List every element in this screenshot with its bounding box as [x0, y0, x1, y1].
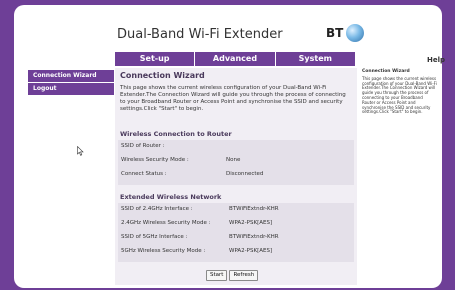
row-value: BTWiFiExtndr-KHR [229, 234, 279, 240]
bt-globe-icon [346, 24, 365, 42]
extended-section-title: Extended Wireless Network [120, 193, 222, 201]
row-label: SSID of Router : [121, 143, 165, 149]
help-title: Connection Wizard [362, 69, 410, 74]
sidebar-item-logout[interactable]: Logout [28, 83, 114, 95]
bt-logo: BT [326, 24, 365, 42]
wireless-section-title: Wireless Connection to Router [120, 130, 232, 138]
info-row: Connect Status : Disconnected [121, 171, 263, 177]
info-row: SSID of 5GHz Interface : BTWiFiExtndr-KH… [121, 234, 279, 240]
sidebar-item-connection-wizard[interactable]: Connection Wizard [28, 70, 114, 82]
info-row: 5GHz Wireless Security Mode : WPA2-PSK[A… [121, 248, 272, 254]
refresh-button[interactable]: Refresh [229, 270, 259, 281]
app-title: Dual-Band Wi-Fi Extender [117, 27, 283, 42]
info-row: SSID of 2.4GHz Interface : BTWiFiExtndr-… [121, 206, 279, 212]
extended-section-box: SSID of 2.4GHz Interface : BTWiFiExtndr-… [118, 203, 354, 262]
tab-setup[interactable]: Set-up [115, 52, 195, 66]
top-nav: Set-up Advanced System [115, 52, 355, 66]
help-link[interactable]: Help [427, 56, 445, 64]
row-label: 5GHz Wireless Security Mode : [121, 248, 206, 254]
start-button[interactable]: Start [206, 270, 228, 281]
info-row: 2.4GHz Wireless Security Mode : WPA2-PSK… [121, 220, 272, 226]
page-title: Connection Wizard [120, 71, 205, 80]
info-row: SSID of Router : [121, 143, 164, 149]
row-label: SSID of 2.4GHz Interface : [121, 206, 193, 212]
tab-advanced[interactable]: Advanced [195, 52, 275, 66]
help-text: This page shows the current wireless con… [362, 75, 437, 115]
help-panel: Connection Wizard This page shows the cu… [362, 69, 437, 115]
action-buttons: Start Refresh [206, 270, 259, 281]
row-value: None [226, 157, 241, 163]
row-value: Disconnected [226, 171, 264, 177]
mouse-pointer-icon [77, 146, 84, 156]
row-value: WPA2-PSK[AES] [229, 220, 273, 226]
row-label: 2.4GHz Wireless Security Mode : [121, 220, 211, 226]
tab-system[interactable]: System [275, 52, 355, 66]
wireless-section-box: SSID of Router : Wireless Security Mode … [118, 140, 354, 185]
sidebar: Connection Wizard Logout [28, 70, 114, 96]
row-label: Wireless Security Mode : [121, 157, 189, 163]
row-label: SSID of 5GHz Interface : [121, 234, 188, 240]
row-value: WPA2-PSK[AES] [229, 248, 273, 254]
bt-logo-text: BT [326, 26, 344, 40]
row-label: Connect Status : [121, 171, 167, 177]
row-value: BTWiFiExtndr-KHR [229, 206, 279, 212]
main-panel: Connection Wizard This page shows the cu… [115, 68, 357, 285]
info-row: Wireless Security Mode : None [121, 157, 240, 163]
intro-text: This page shows the current wireless con… [120, 85, 346, 112]
